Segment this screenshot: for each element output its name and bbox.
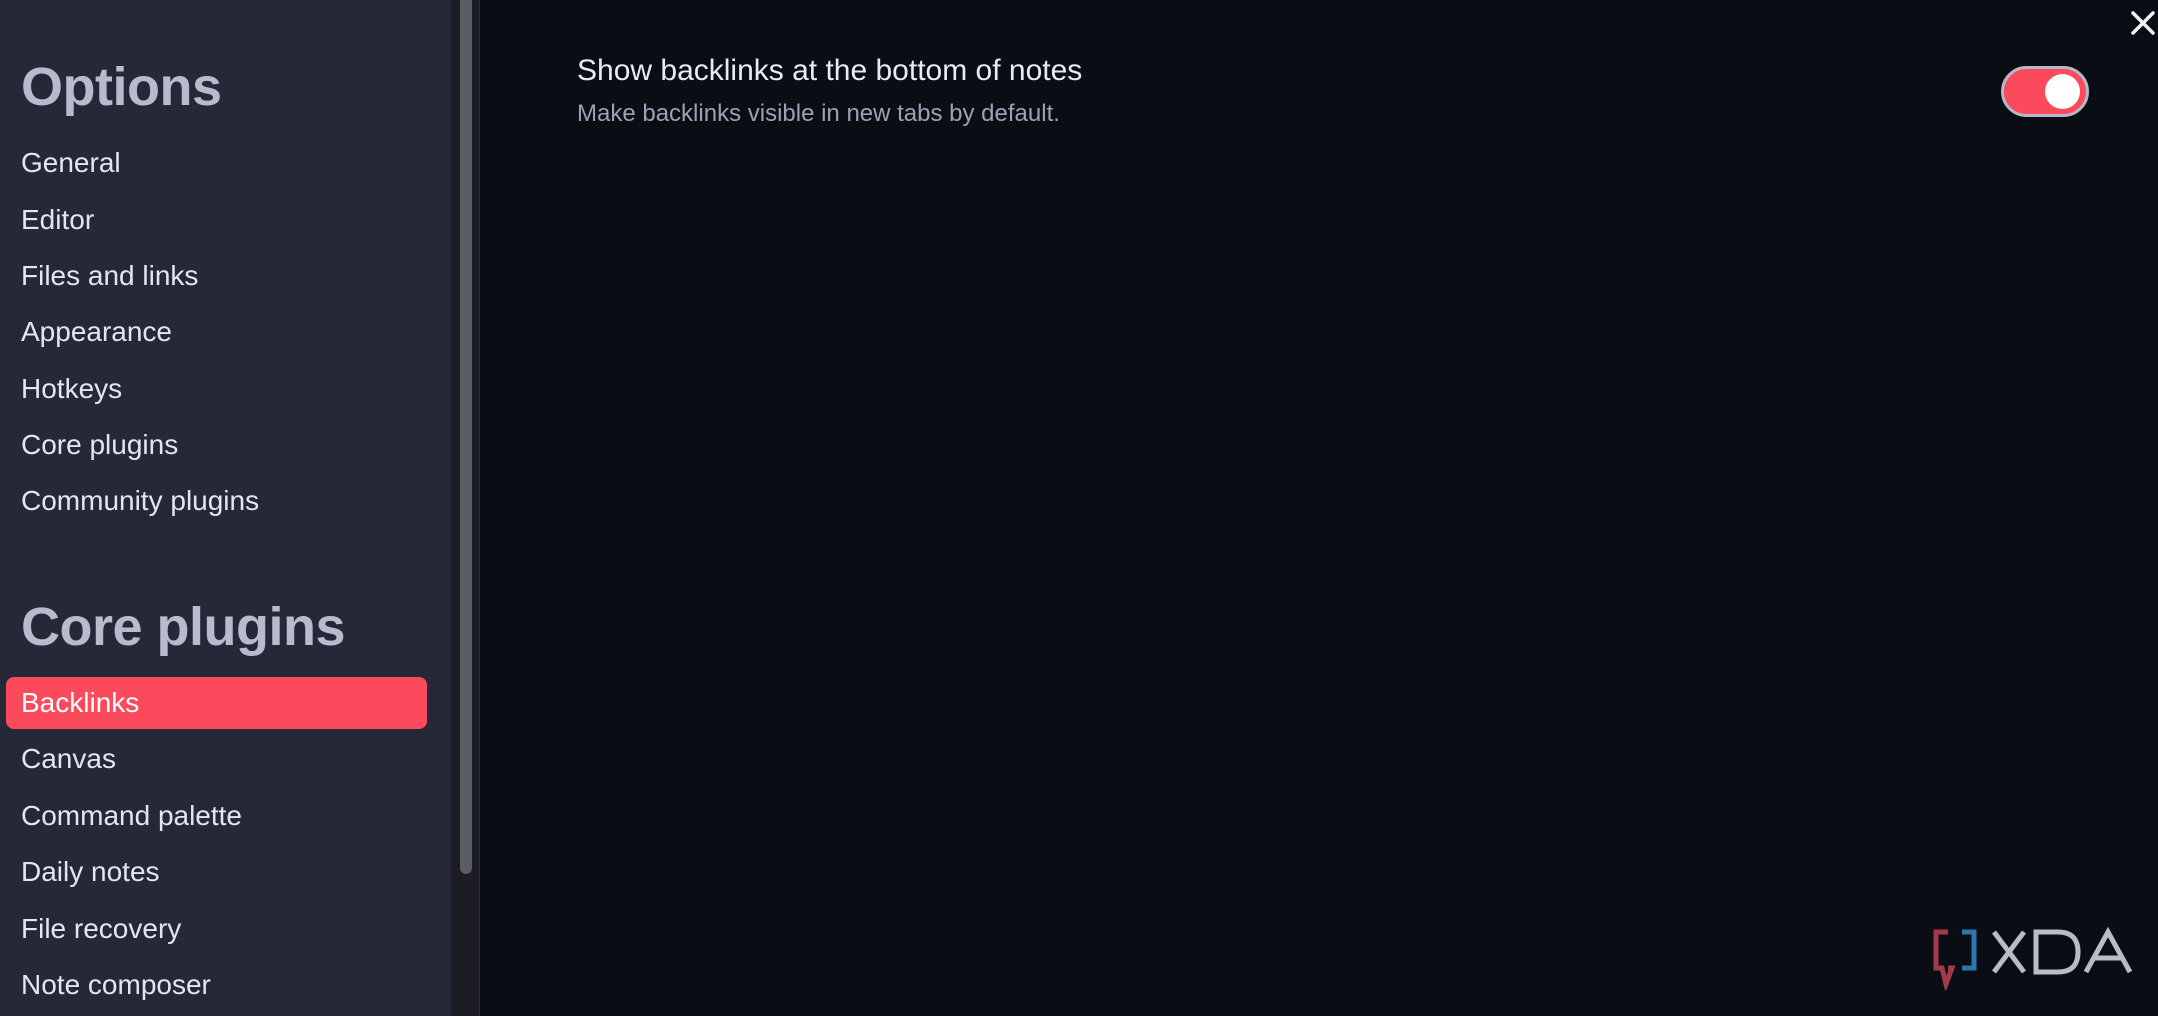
toggle-knob: [2045, 74, 2080, 109]
sidebar-item-canvas[interactable]: Canvas: [6, 733, 427, 785]
sidebar-item-command-palette[interactable]: Command palette: [6, 790, 427, 842]
setting-name: Show backlinks at the bottom of notes: [577, 54, 1083, 87]
sidebar-item-general[interactable]: General: [6, 137, 427, 189]
sidebar-item-community-plugins[interactable]: Community plugins: [6, 475, 427, 527]
close-icon[interactable]: [2126, 6, 2158, 40]
core-plugins-heading: Core plugins: [21, 597, 346, 657]
settings-sidebar: Options General Editor Files and links A…: [0, 0, 451, 1016]
sidebar-item-core-plugins[interactable]: Core plugins: [6, 419, 427, 471]
sidebar-scrollbar[interactable]: [451, 0, 480, 1016]
setting-description: Make backlinks visible in new tabs by de…: [577, 100, 1060, 127]
show-backlinks-toggle[interactable]: [2001, 66, 2089, 117]
sidebar-item-file-recovery[interactable]: File recovery: [6, 903, 427, 955]
sidebar-item-daily-notes[interactable]: Daily notes: [6, 846, 427, 898]
sidebar-item-files-and-links[interactable]: Files and links: [6, 250, 427, 302]
sidebar-item-editor[interactable]: Editor: [6, 194, 427, 246]
options-heading: Options: [21, 57, 222, 117]
sidebar-item-backlinks[interactable]: Backlinks: [6, 677, 427, 729]
sidebar-item-note-composer[interactable]: Note composer: [6, 959, 427, 1011]
settings-content: Show backlinks at the bottom of notes Ma…: [480, 0, 2158, 1016]
sidebar-item-hotkeys[interactable]: Hotkeys: [6, 363, 427, 415]
sidebar-scrollbar-thumb[interactable]: [460, 0, 472, 874]
sidebar-item-appearance[interactable]: Appearance: [6, 306, 427, 358]
xda-logo-icon: [1932, 924, 2138, 993]
